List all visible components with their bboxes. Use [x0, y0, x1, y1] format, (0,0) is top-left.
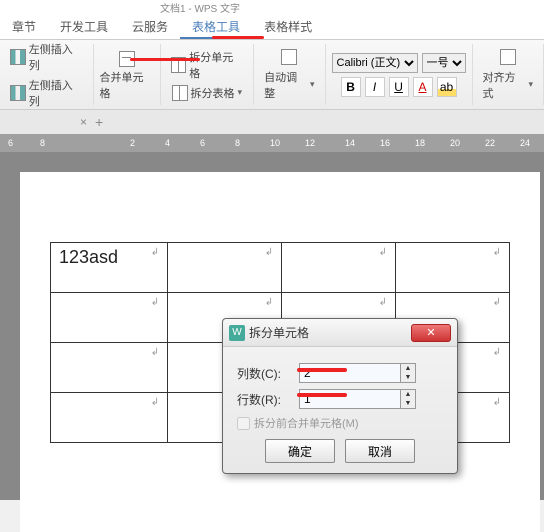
- font-size-select[interactable]: 一号: [422, 53, 466, 73]
- chevron-down-icon: ▾: [310, 79, 315, 90]
- table-cell[interactable]: ↲: [51, 293, 168, 343]
- align-icon: [500, 49, 516, 65]
- insert-col-left-btn-2[interactable]: 左侧插入列: [6, 75, 87, 111]
- tab-devtools[interactable]: 开发工具: [48, 14, 120, 39]
- doc-tab-bar: × +: [0, 110, 544, 134]
- tab-cloud[interactable]: 云服务: [120, 14, 180, 39]
- insert-col-icon: [10, 49, 26, 65]
- insert-col-icon: [10, 85, 26, 101]
- highlight-button[interactable]: ab: [437, 77, 457, 97]
- italic-button[interactable]: I: [365, 77, 385, 97]
- split-cell-btn[interactable]: 拆分单元格: [167, 47, 248, 83]
- ok-button[interactable]: 确定: [265, 439, 335, 463]
- checkbox-label: 拆分前合并单元格(M): [254, 415, 359, 431]
- cancel-button[interactable]: 取消: [345, 439, 415, 463]
- underline-button[interactable]: U: [389, 77, 409, 97]
- annotation-mark: [297, 368, 347, 372]
- annotation-mark: [212, 36, 264, 39]
- ruler[interactable]: 68 24 68 1012 1416 1820 2224: [0, 134, 544, 152]
- table-cell[interactable]: 123asd↲: [51, 243, 168, 293]
- table-cell[interactable]: ↲: [282, 243, 396, 293]
- table-cell[interactable]: ↲: [168, 243, 282, 293]
- auto-adjust-label[interactable]: 自动调整▾: [260, 67, 318, 103]
- wps-logo-icon: W: [229, 325, 245, 341]
- split-table-icon: [172, 85, 188, 101]
- spin-down[interactable]: ▼: [401, 373, 415, 382]
- rows-spinner[interactable]: ▲▼: [299, 389, 416, 409]
- bold-button[interactable]: B: [341, 77, 361, 97]
- annotation-mark: [130, 58, 200, 61]
- align-btn[interactable]: [496, 47, 520, 67]
- table-cell[interactable]: ↲: [51, 393, 168, 443]
- spin-up[interactable]: ▲: [401, 390, 415, 399]
- auto-adjust-btn[interactable]: [277, 47, 301, 67]
- annotation-mark: [297, 393, 347, 397]
- ribbon: 左侧插入列 左侧插入列 合并单元格 拆分单元格 拆分表格▾ 自动调整▾ Cali…: [0, 40, 544, 110]
- spin-up[interactable]: ▲: [401, 364, 415, 373]
- dialog-close-button[interactable]: ✕: [411, 324, 451, 342]
- rows-label: 行数(R):: [237, 391, 293, 408]
- align-label[interactable]: 对齐方式▾: [479, 67, 537, 103]
- font-color-button[interactable]: A: [413, 77, 433, 97]
- spin-down[interactable]: ▼: [401, 399, 415, 408]
- close-doc-tab[interactable]: ×: [80, 115, 87, 129]
- dialog-titlebar[interactable]: W 拆分单元格 ✕: [223, 319, 457, 347]
- chevron-down-icon: ▾: [238, 87, 243, 98]
- chevron-down-icon: ▾: [528, 79, 533, 90]
- merge-before-checkbox: [237, 417, 250, 430]
- ribbon-tabs: 章节 开发工具 云服务 表格工具 表格样式: [0, 14, 544, 40]
- title-bar: 文档1 - WPS 文字: [0, 0, 544, 14]
- cols-label: 列数(C):: [237, 365, 293, 382]
- cols-spinner[interactable]: ▲▼: [299, 363, 416, 383]
- auto-adjust-icon: [281, 49, 297, 65]
- insert-col-left-btn[interactable]: 左侧插入列: [6, 39, 87, 75]
- tab-section[interactable]: 章节: [0, 14, 48, 39]
- table-cell[interactable]: ↲: [396, 243, 510, 293]
- new-doc-tab[interactable]: +: [95, 114, 103, 130]
- split-table-btn[interactable]: 拆分表格▾: [168, 83, 247, 103]
- dialog-title: 拆分单元格: [249, 324, 309, 341]
- merge-label: 合并单元格: [100, 69, 154, 101]
- table-cell[interactable]: ↲: [51, 343, 168, 393]
- font-name-select[interactable]: Calibri (正文): [332, 53, 418, 73]
- cols-input[interactable]: [300, 364, 400, 382]
